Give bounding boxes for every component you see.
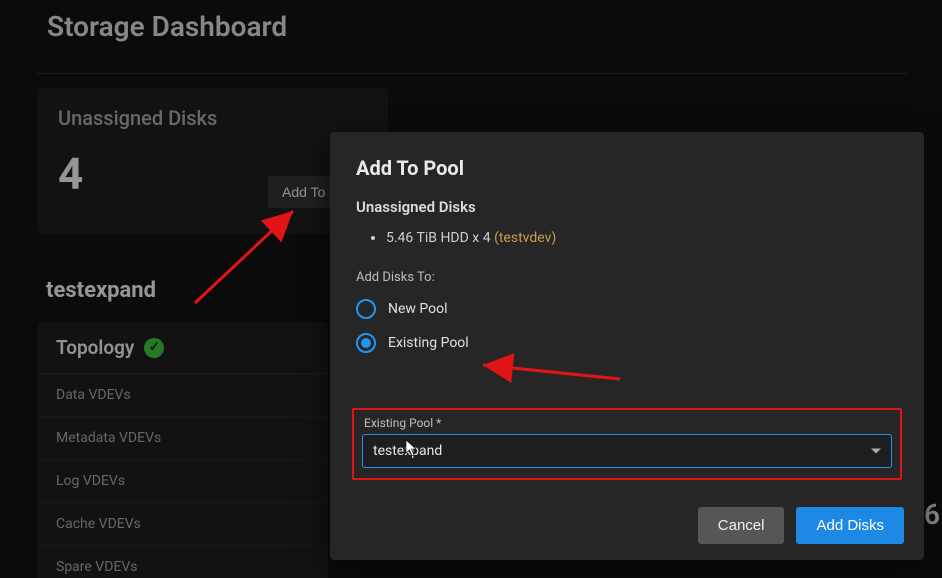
existing-pool-select[interactable]: testexpand [362,434,892,468]
add-to-pool-modal: Add To Pool Unassigned Disks 5.46 TiB HD… [330,132,924,560]
existing-pool-highlight: Existing Pool * testexpand [352,408,902,480]
topology-header: Topology ✓ [38,322,328,374]
radio-icon [356,299,376,319]
add-disks-to-label: Add Disks To: [356,270,898,285]
background-peek-text: 6 [924,498,940,531]
radio-label: Existing Pool [388,335,469,351]
existing-pool-label: Existing Pool * [362,416,892,430]
radio-new-pool[interactable]: New Pool [356,299,898,319]
modal-footer: Cancel Add Disks [698,507,904,544]
divider [37,73,907,74]
radio-existing-pool[interactable]: Existing Pool [356,333,898,353]
topology-row-log[interactable]: Log VDEVs [38,460,328,503]
topology-row-spare[interactable]: Spare VDEVs [38,546,328,578]
chevron-down-icon [871,449,881,454]
topology-row-cache[interactable]: Cache VDEVs [38,503,328,546]
modal-unassigned-label: Unassigned Disks [356,198,898,216]
existing-pool-value: testexpand [373,443,442,459]
modal-title: Add To Pool [356,156,898,180]
disk-line: 5.46 TiB HDD x 4 (testvdev) [386,230,898,246]
topology-card: Topology ✓ Data VDEVs Metadata VDEVs Log… [38,322,328,578]
add-disks-button[interactable]: Add Disks [796,507,904,544]
disk-line-note: (testvdev) [494,230,556,246]
topology-row-metadata[interactable]: Metadata VDEVs [38,417,328,460]
status-ok-icon: ✓ [144,338,164,358]
cancel-button[interactable]: Cancel [698,507,785,544]
unassigned-card-title: Unassigned Disks [58,106,368,130]
radio-label: New Pool [388,301,448,317]
disk-line-text: 5.46 TiB HDD x 4 [386,230,491,246]
unassigned-disk-list: 5.46 TiB HDD x 4 (testvdev) [386,230,898,246]
pool-name: testexpand [46,278,156,303]
radio-icon-selected [356,333,376,353]
topology-title: Topology [56,336,134,359]
page-title: Storage Dashboard [47,10,287,43]
topology-row-data[interactable]: Data VDEVs [38,374,328,417]
